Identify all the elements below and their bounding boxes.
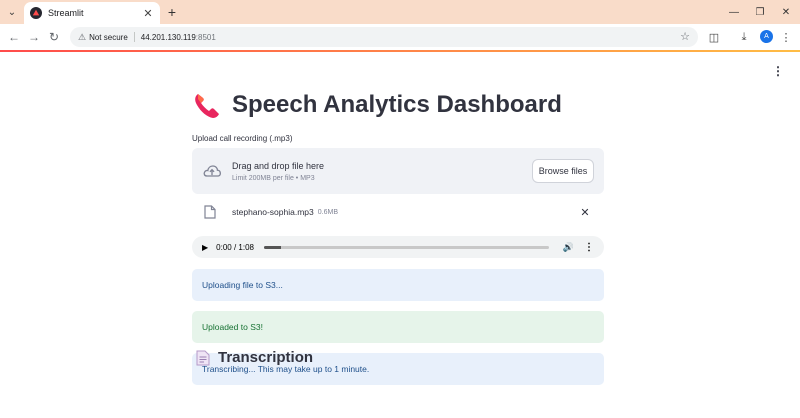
new-tab-plus-icon[interactable]: + [164,4,180,20]
file-icon [204,205,216,219]
url-host[interactable]: 44.201.130.119 [141,33,196,42]
streamlit-decoration-bar [0,50,800,52]
browse-files-button[interactable]: Browse files [532,159,594,183]
restore-icon[interactable]: ❐ [752,4,768,20]
file-name: stephano-sophia.mp3 [232,207,314,217]
reload-icon[interactable]: ↻ [46,29,62,45]
document-icon [196,350,210,365]
url-port[interactable]: :8501 [196,33,216,42]
cloud-upload-icon [203,165,222,177]
back-arrow-icon[interactable]: ← [6,29,22,45]
streamlit-icon [30,7,42,19]
audio-progress-fill [263,245,282,249]
bookmark-star-icon[interactable]: ☆ [680,30,690,43]
section-title: Transcription [218,349,314,366]
volume-icon[interactable]: 🔊 [563,242,574,253]
audio-more-options-icon[interactable]: ⋮ [584,242,594,253]
forward-arrow-icon[interactable]: → [26,29,42,45]
extensions-puzzle-icon[interactable]: ◫ [706,29,722,45]
dropzone-text: Drag and drop file here Limit 200MB per … [232,161,532,182]
browser-tab-bar: ⌄ Streamlit ✕ + — ❐ ✕ [0,0,800,24]
profile-avatar[interactable]: A [760,30,773,43]
transcription-header: Transcription [196,349,313,366]
page-title: Speech Analytics Dashboard [232,91,562,118]
browser-menu-icon[interactable]: ⋮ [778,29,794,45]
app-main-menu-icon[interactable]: ⋮ [772,64,784,78]
close-window-icon[interactable]: ✕ [778,4,794,20]
minimize-icon[interactable]: — [726,4,742,20]
uploaded-file-row: stephano-sophia.mp3 0.6MB ✕ [192,200,604,224]
file-dropzone[interactable]: Drag and drop file here Limit 200MB per … [192,148,604,194]
browser-tab[interactable]: Streamlit ✕ [24,2,160,24]
info-alert-uploading: Uploading file to S3... [192,269,604,301]
address-bar[interactable]: ⚠ Not secure 44.201.130.119 :8501 ☆ [70,27,698,47]
telephone-receiver-icon [195,94,219,118]
tab-search-chevron-down-icon[interactable]: ⌄ [4,4,20,20]
not-secure-label[interactable]: Not secure [89,33,128,42]
success-alert-uploaded: Uploaded to S3! [192,311,604,343]
play-icon[interactable]: ▶ [202,243,208,252]
url-divider [133,32,135,42]
browser-toolbar: ← → ↻ ⚠ Not secure 44.201.130.119 :8501 … [0,24,800,50]
audio-player[interactable]: ▶ 0:00 / 1:08 🔊 ⋮ [192,236,604,258]
tab-close-icon[interactable]: ✕ [142,7,154,20]
upload-label: Upload call recording (.mp3) [192,134,293,143]
file-size: 0.6MB [317,208,338,216]
warning-triangle-icon[interactable]: ⚠ [78,32,86,43]
dropzone-limit: Limit 200MB per file • MP3 [232,174,315,182]
dropzone-title: Drag and drop file here [232,160,325,171]
audio-seek-slider[interactable] [263,245,549,249]
remove-file-close-icon[interactable]: ✕ [578,206,592,219]
audio-time: 0:00 / 1:08 [216,242,254,252]
download-icon[interactable]: ⤓ [736,29,752,45]
tab-title: Streamlit [48,8,84,18]
page-header: Speech Analytics Dashboard [192,90,562,120]
